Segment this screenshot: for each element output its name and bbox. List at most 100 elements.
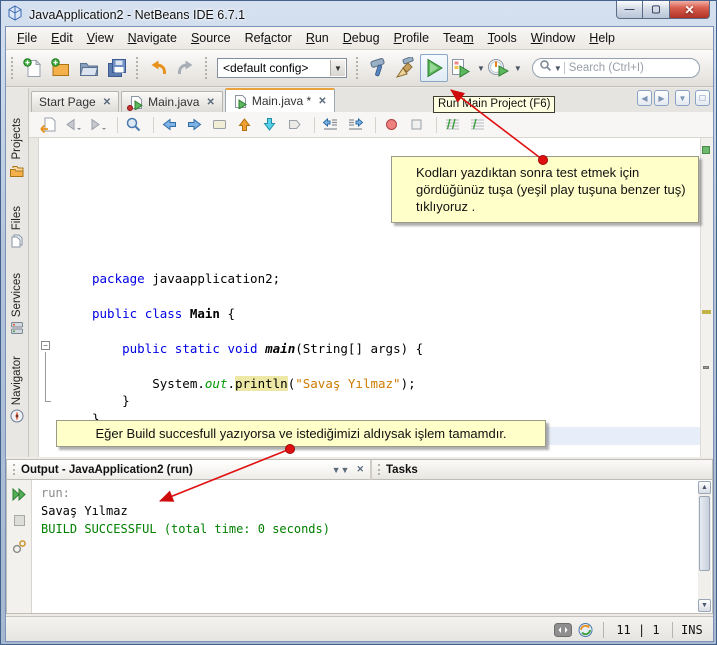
profile-icon xyxy=(487,57,511,79)
search-input[interactable] xyxy=(569,62,679,74)
menu-run[interactable]: Run xyxy=(299,28,336,48)
error-stripe[interactable] xyxy=(700,138,713,457)
maximize-button[interactable]: ▢ xyxy=(643,1,670,19)
menu-team[interactable]: Team xyxy=(436,28,481,48)
scroll-up-icon[interactable]: ▲ xyxy=(698,481,711,494)
tasks-tab[interactable]: Tasks xyxy=(372,460,712,480)
rerun-icon[interactable] xyxy=(11,486,28,503)
editor-tab[interactable]: Main.java *✕ xyxy=(225,88,335,112)
close-tab-icon[interactable]: ✕ xyxy=(318,96,326,107)
code-line: } xyxy=(69,392,423,410)
menu-bar: FileEditViewNavigateSourceRefactorRunDeb… xyxy=(6,27,713,50)
menu-view[interactable]: View xyxy=(80,28,121,48)
next-bookmark-icon[interactable] xyxy=(259,115,280,135)
clean-build-button[interactable] xyxy=(392,54,420,82)
editor-tab[interactable]: Start Page ✕ xyxy=(31,91,119,112)
open-project-icon xyxy=(78,57,100,79)
scroll-down-icon[interactable]: ▼ xyxy=(698,599,711,612)
sidebar-tab-projects[interactable]: Projects xyxy=(6,118,28,179)
undo-button[interactable] xyxy=(144,54,172,82)
scroll-tabs-left-button[interactable]: ◀ xyxy=(637,90,652,106)
menu-refactor[interactable]: Refactor xyxy=(238,28,299,48)
scrollbar-thumb[interactable] xyxy=(699,496,710,571)
new-file-button[interactable] xyxy=(19,54,47,82)
shift-left-icon[interactable] xyxy=(320,115,341,135)
close-tab-icon[interactable]: ✕ xyxy=(206,97,214,108)
menu-profile[interactable]: Profile xyxy=(387,28,436,48)
output-scrollbar[interactable]: ▲ ▼ xyxy=(698,481,711,612)
sidebar-tab-label: Navigator xyxy=(11,356,23,405)
maximize-editor-button[interactable]: ☐ xyxy=(695,90,710,106)
run-button[interactable] xyxy=(420,54,448,82)
chevron-down-icon[interactable]: ▼ xyxy=(477,64,485,73)
new-project-button[interactable] xyxy=(47,54,75,82)
occurrence-marker xyxy=(702,310,711,314)
menu-help[interactable]: Help xyxy=(582,28,622,48)
sidebar-tab-label: Services xyxy=(11,273,23,317)
sidebar-tab-services[interactable]: Services xyxy=(6,273,28,336)
find-previous-icon[interactable] xyxy=(159,115,180,135)
uncomment-icon[interactable] xyxy=(467,115,488,135)
editor-tab[interactable]: Main.java✕ xyxy=(121,91,223,112)
find-selection-icon[interactable] xyxy=(123,115,144,135)
output-tab[interactable]: Output - JavaApplication2 (run) ▼▼ ✕ xyxy=(7,460,370,480)
minimize-button[interactable]: — xyxy=(616,1,643,19)
tab-list-dropdown-button[interactable]: ▼ xyxy=(675,90,690,106)
toolbar-separator xyxy=(375,117,376,133)
code-fold-toggle[interactable]: − xyxy=(41,341,50,350)
menu-debug[interactable]: Debug xyxy=(336,28,387,48)
menu-window[interactable]: Window xyxy=(524,28,582,48)
stop-icon[interactable] xyxy=(11,512,28,529)
editor-tab-label: Start Page xyxy=(39,95,96,109)
toolbar-separator xyxy=(117,117,118,133)
menu-tools[interactable]: Tools xyxy=(481,28,524,48)
shift-right-icon[interactable] xyxy=(345,115,366,135)
options-icon[interactable] xyxy=(11,538,28,555)
search-icon xyxy=(539,59,553,78)
caret-position: 11 | 1 xyxy=(612,623,664,637)
back-icon[interactable] xyxy=(62,115,83,135)
previous-bookmark-icon[interactable] xyxy=(234,115,255,135)
toolbar-grip xyxy=(356,57,359,79)
forward-icon[interactable] xyxy=(87,115,108,135)
editor-navigation-icon[interactable] xyxy=(554,622,572,638)
find-next-icon[interactable] xyxy=(184,115,205,135)
title-bar[interactable]: JavaApplication2 - NetBeans IDE 6.7.1 — … xyxy=(7,5,710,25)
toggle-highlight-icon[interactable] xyxy=(209,115,230,135)
comment-icon[interactable] xyxy=(442,115,463,135)
last-edit-location-icon[interactable] xyxy=(37,115,58,135)
no-errors-marker xyxy=(702,146,710,154)
record-macro-icon[interactable] xyxy=(381,115,402,135)
sidebar-tab-navigator[interactable]: Navigator xyxy=(6,356,28,424)
console-output[interactable]: run:Savaş YılmazBUILD SUCCESSFUL (total … xyxy=(41,484,330,538)
menu-navigate[interactable]: Navigate xyxy=(121,28,184,48)
debug-button[interactable] xyxy=(448,54,476,82)
editor-tab-row: Start Page✕Main.java✕Main.java *✕ ◀ ▶ ▼ … xyxy=(29,88,713,112)
chevron-down-icon[interactable]: ▼ xyxy=(514,64,522,73)
minimize-window-icon[interactable]: ▼▼ xyxy=(332,465,350,475)
java-main-class-icon xyxy=(233,94,248,109)
stop-macro-icon[interactable] xyxy=(406,115,427,135)
close-output-icon[interactable]: ✕ xyxy=(356,464,364,475)
save-all-button[interactable] xyxy=(103,54,131,82)
redo-button[interactable] xyxy=(172,54,200,82)
config-dropdown[interactable]: <default config> ▼ xyxy=(217,58,347,78)
tasks-tab-label: Tasks xyxy=(386,464,418,476)
open-project-button[interactable] xyxy=(75,54,103,82)
menu-source[interactable]: Source xyxy=(184,28,238,48)
toggle-bookmark-icon[interactable] xyxy=(284,115,305,135)
profile-button[interactable] xyxy=(485,54,513,82)
close-button[interactable]: ✕ xyxy=(670,1,710,19)
sidebar-tab-files[interactable]: Files xyxy=(6,206,28,249)
quick-search[interactable]: ▼ xyxy=(532,58,700,78)
build-button[interactable] xyxy=(364,54,392,82)
code-line: package javaapplication2; xyxy=(69,270,423,288)
close-tab-icon[interactable]: ✕ xyxy=(103,97,111,108)
error-badge-icon xyxy=(127,105,133,111)
netbeans-logo-icon xyxy=(7,5,23,26)
menu-edit[interactable]: Edit xyxy=(44,28,80,48)
redo-icon xyxy=(175,57,197,79)
scroll-tabs-right-button[interactable]: ▶ xyxy=(654,90,669,106)
menu-file[interactable]: File xyxy=(10,28,44,48)
refresh-icon[interactable] xyxy=(577,622,595,638)
